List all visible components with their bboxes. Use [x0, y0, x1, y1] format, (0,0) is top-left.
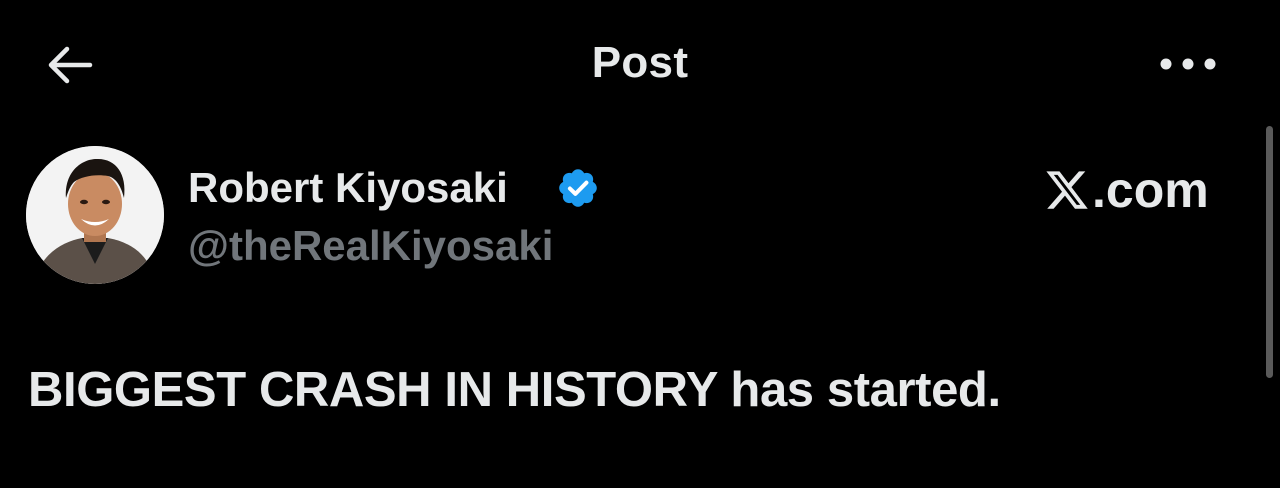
page-title: Post: [591, 38, 689, 87]
scrollbar[interactable]: [1266, 126, 1273, 378]
source-domain-text: .com: [1092, 162, 1209, 218]
avatar[interactable]: [26, 146, 164, 284]
avatar-photo: [26, 146, 164, 284]
author-name[interactable]: Robert Kiyosaki: [188, 164, 508, 212]
more-horizontal-icon: [1160, 58, 1216, 70]
author-handle[interactable]: @theRealKiyosaki: [188, 222, 553, 270]
more-options-button[interactable]: [1152, 48, 1224, 80]
post-text: BIGGEST CRASH IN HISTORY has started.: [28, 363, 1001, 417]
verified-badge-icon: [559, 169, 597, 207]
x-logo-icon: [1046, 171, 1088, 209]
source-watermark: .com: [1044, 160, 1209, 220]
top-bar: Post: [0, 0, 1280, 128]
